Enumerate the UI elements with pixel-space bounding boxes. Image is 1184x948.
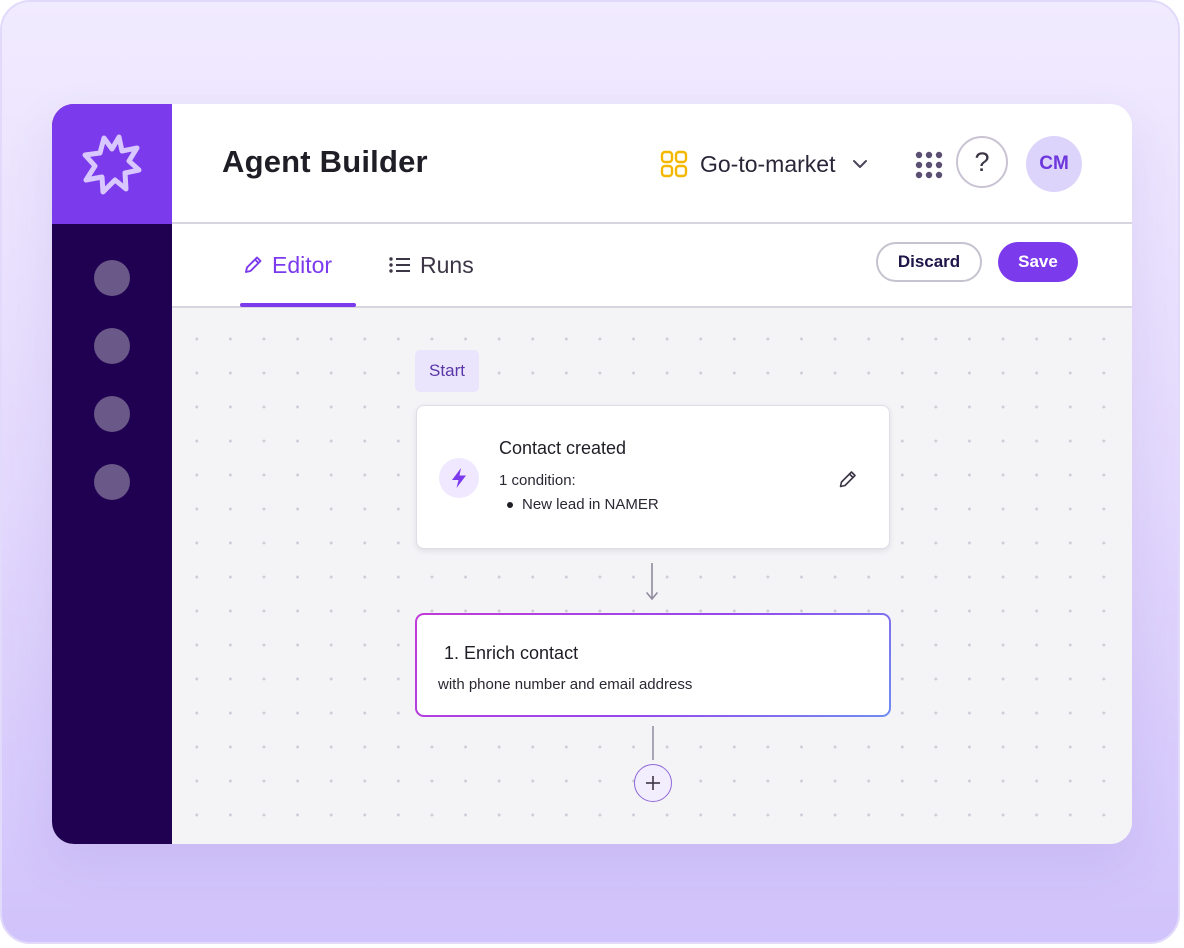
- starburst-logo-icon: [82, 134, 142, 195]
- step-title: 1. Enrich contact: [444, 643, 579, 663]
- avatar[interactable]: CM: [1026, 136, 1082, 192]
- plus-icon: [646, 776, 660, 790]
- connector-arrow-icon: [646, 563, 658, 601]
- app-logo[interactable]: [52, 104, 172, 224]
- sidebar-item-1[interactable]: [94, 260, 130, 296]
- workspace-grid-icon: [660, 150, 688, 178]
- tab-editor[interactable]: Editor: [242, 248, 332, 282]
- step-card[interactable]: 1. Enrich contact with phone number and …: [415, 613, 891, 717]
- workspace-switcher[interactable]: Go-to-market: [660, 148, 869, 180]
- tab-runs-label: Runs: [420, 251, 474, 278]
- trigger-condition-item: New lead in NAMER: [507, 496, 659, 513]
- sidebar-item-3[interactable]: [94, 396, 130, 432]
- apps-grid-icon[interactable]: [914, 150, 944, 180]
- tabs-bar: Editor Runs Discard Save: [172, 224, 1132, 308]
- edit-trigger-icon[interactable]: [837, 468, 859, 490]
- bullet: [507, 501, 513, 508]
- top-header: Agent Builder Go-to-market ? CM: [172, 104, 1132, 224]
- trigger-condition-summary: 1 condition:: [499, 472, 576, 489]
- page-title: Agent Builder: [222, 144, 428, 179]
- sidebar: [52, 104, 172, 844]
- trigger-card[interactable]: Contact created 1 condition: New lead in…: [416, 405, 890, 549]
- start-label: Start: [415, 350, 479, 392]
- add-step-button[interactable]: [634, 764, 672, 802]
- step-card-body: 1. Enrich contact with phone number and …: [417, 615, 889, 715]
- sidebar-item-4[interactable]: [94, 464, 130, 500]
- save-button[interactable]: Save: [998, 242, 1078, 282]
- lightning-bolt-icon: [452, 468, 466, 488]
- discard-button[interactable]: Discard: [876, 242, 982, 282]
- active-tab-indicator: [240, 303, 356, 307]
- pencil-icon: [245, 256, 262, 273]
- trigger-condition-text: New lead in NAMER: [522, 496, 659, 513]
- flow-canvas[interactable]: Start Contact created 1 condition: New l…: [172, 308, 1132, 844]
- step-subtitle: with phone number and email address: [438, 676, 693, 693]
- trigger-title: Contact created: [499, 438, 627, 458]
- app-window: Agent Builder Go-to-market ? CM Editor R…: [52, 104, 1132, 844]
- connector-line: [652, 726, 654, 760]
- tab-runs[interactable]: Runs: [388, 248, 474, 282]
- sidebar-item-2[interactable]: [94, 328, 130, 364]
- trigger-icon-badge: [439, 458, 479, 498]
- help-button[interactable]: ?: [956, 136, 1008, 188]
- workspace-label: Go-to-market: [700, 150, 836, 177]
- tab-editor-label: Editor: [272, 251, 333, 278]
- list-icon: [389, 257, 410, 273]
- chevron-down-icon: [853, 160, 868, 168]
